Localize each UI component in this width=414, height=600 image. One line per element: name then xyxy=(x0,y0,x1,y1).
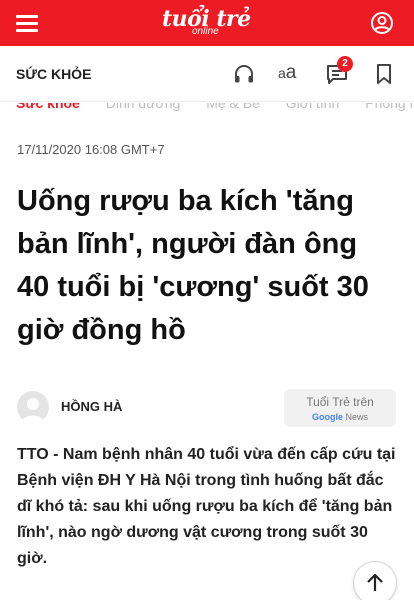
font-size-large-label: a xyxy=(285,62,297,83)
category-item[interactable]: Phòng mạch xyxy=(365,103,414,111)
font-size-small-label: a xyxy=(278,65,286,81)
hamburger-icon[interactable] xyxy=(16,13,40,33)
section-bar: SỨC KHỎE aa 2 xyxy=(0,46,414,102)
google-news-news: News xyxy=(345,412,369,422)
bookmark-icon[interactable] xyxy=(372,62,396,86)
logo-sub: online xyxy=(192,26,219,37)
category-item[interactable]: Sức khỏe xyxy=(16,103,80,111)
category-item[interactable]: Dinh dưỡng xyxy=(106,103,181,111)
author-avatar[interactable] xyxy=(17,391,49,423)
font-size-icon[interactable]: aa xyxy=(278,61,302,85)
google-news-logo: Google News xyxy=(284,412,396,422)
category-item[interactable]: Mẹ & Bé xyxy=(206,103,260,111)
google-news-button[interactable]: Tuổi Trẻ trên Google News xyxy=(284,389,396,427)
category-item[interactable]: Giới tính xyxy=(286,103,340,111)
headphone-icon[interactable] xyxy=(232,62,256,86)
top-bar: tuổi trẻ online xyxy=(0,0,414,46)
article-title: Uống rượu ba kích 'tăng bản lĩnh', người… xyxy=(17,185,369,346)
comment-count-badge: 2 xyxy=(337,56,353,72)
article-date: 17/11/2020 16:08 GMT+7 xyxy=(17,142,165,157)
google-news-label: Tuổi Trẻ trên xyxy=(306,395,374,409)
category-nav: Sức khỏe Dinh dưỡng Mẹ & Bé Giới tính Ph… xyxy=(0,103,414,111)
section-title[interactable]: SỨC KHỎE xyxy=(16,66,91,82)
article-sapo: TTO - Nam bệnh nhân 40 tuổi vừa đến cấp … xyxy=(17,446,396,567)
author-name[interactable]: HỒNG HÀ xyxy=(61,399,122,414)
arrow-up-icon[interactable] xyxy=(353,561,397,600)
google-news-g: Google xyxy=(311,412,343,422)
user-icon[interactable] xyxy=(370,11,394,35)
